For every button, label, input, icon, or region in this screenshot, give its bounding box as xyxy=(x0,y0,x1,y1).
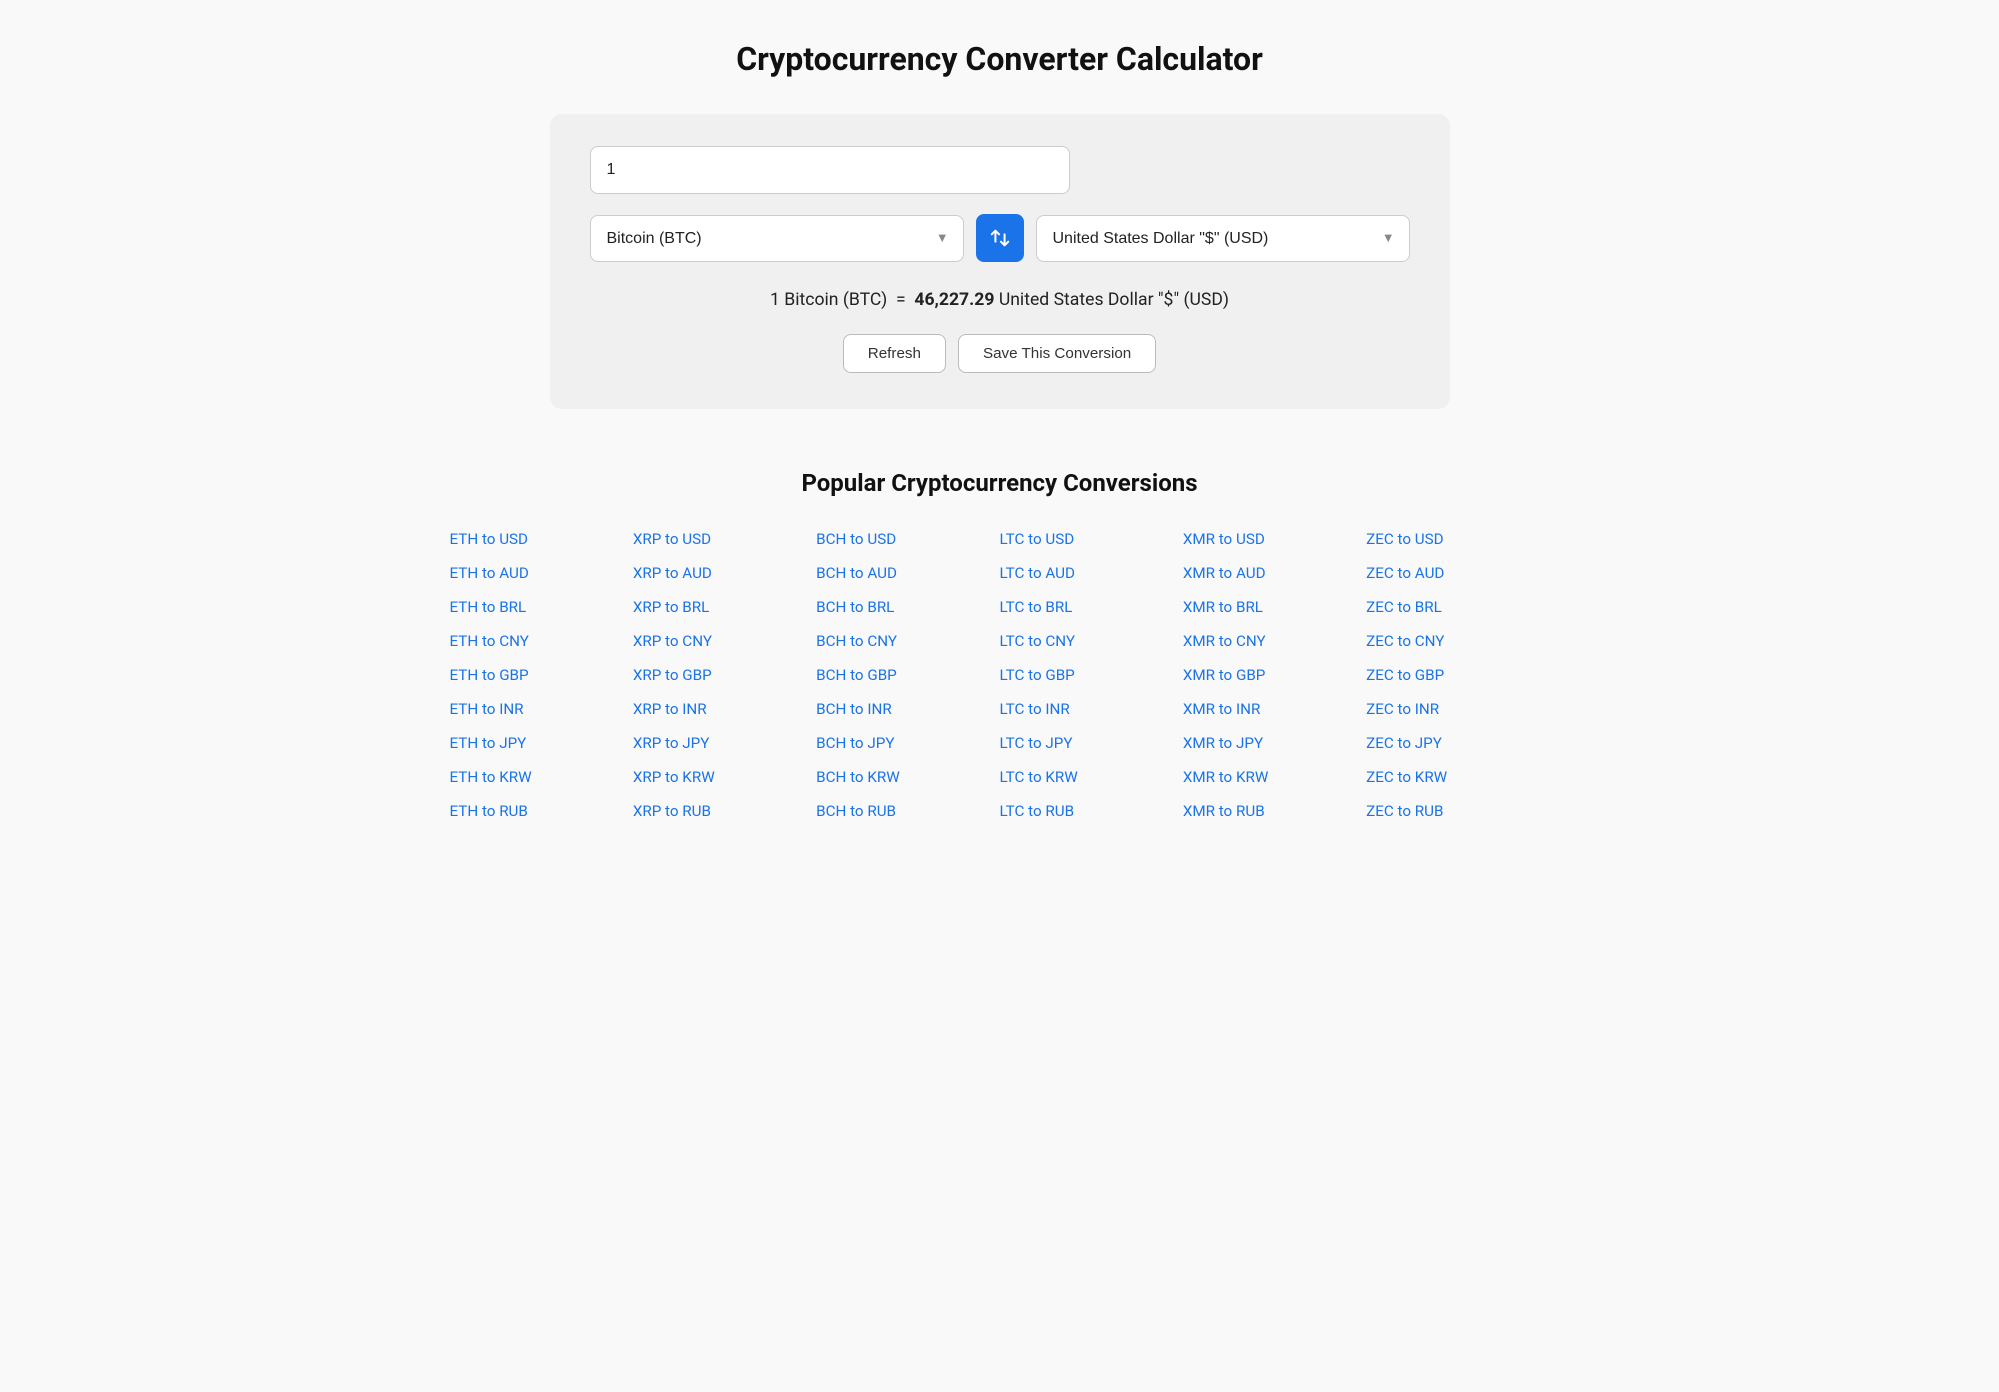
from-currency-select[interactable]: Bitcoin (BTC) xyxy=(591,216,963,261)
list-item[interactable]: ZEC to RUB xyxy=(1366,797,1549,825)
list-item[interactable]: XRP to AUD xyxy=(633,559,816,587)
list-item[interactable]: XMR to INR xyxy=(1183,695,1366,723)
list-item[interactable]: XRP to JPY xyxy=(633,729,816,757)
list-item[interactable]: XMR to GBP xyxy=(1183,661,1366,689)
list-item[interactable]: BCH to AUD xyxy=(816,559,999,587)
list-item[interactable]: ZEC to INR xyxy=(1366,695,1549,723)
list-item[interactable]: ZEC to AUD xyxy=(1366,559,1549,587)
list-item[interactable]: ETH to BRL xyxy=(450,593,633,621)
list-item[interactable]: XRP to KRW xyxy=(633,763,816,791)
from-currency-wrapper: Bitcoin (BTC) ▼ xyxy=(590,215,964,262)
list-item[interactable]: LTC to BRL xyxy=(999,593,1182,621)
list-item[interactable]: ETH to GBP xyxy=(450,661,633,689)
list-item[interactable]: LTC to KRW xyxy=(999,763,1182,791)
list-item[interactable]: ZEC to USD xyxy=(1366,525,1549,553)
list-item[interactable]: ETH to AUD xyxy=(450,559,633,587)
list-item[interactable]: BCH to INR xyxy=(816,695,999,723)
list-item[interactable]: LTC to RUB xyxy=(999,797,1182,825)
list-item[interactable]: XMR to USD xyxy=(1183,525,1366,553)
list-item[interactable]: BCH to BRL xyxy=(816,593,999,621)
result-equals: = xyxy=(892,290,915,310)
refresh-button[interactable]: Refresh xyxy=(843,334,946,373)
list-item[interactable]: XRP to GBP xyxy=(633,661,816,689)
list-item[interactable]: BCH to CNY xyxy=(816,627,999,655)
to-currency-select[interactable]: United States Dollar "$" (USD) xyxy=(1037,216,1409,261)
result-currency: United States Dollar "$" (USD) xyxy=(999,290,1229,310)
list-item[interactable]: ETH to USD xyxy=(450,525,633,553)
list-item[interactable]: XRP to USD xyxy=(633,525,816,553)
list-item[interactable]: ZEC to KRW xyxy=(1366,763,1549,791)
actions-row: Refresh Save This Conversion xyxy=(590,334,1410,373)
list-item[interactable]: XRP to CNY xyxy=(633,627,816,655)
list-item[interactable]: ZEC to BRL xyxy=(1366,593,1549,621)
selectors-row: Bitcoin (BTC) ▼ United States Dollar "$"… xyxy=(590,214,1410,262)
result-value: 46,227.29 xyxy=(914,290,994,310)
list-item[interactable]: BCH to GBP xyxy=(816,661,999,689)
list-item[interactable]: XRP to RUB xyxy=(633,797,816,825)
list-item[interactable]: XMR to CNY xyxy=(1183,627,1366,655)
page-title: Cryptocurrency Converter Calculator xyxy=(20,40,1979,78)
list-item[interactable]: ETH to JPY xyxy=(450,729,633,757)
list-item[interactable]: XMR to JPY xyxy=(1183,729,1366,757)
converter-card: Bitcoin (BTC) ▼ United States Dollar "$"… xyxy=(550,114,1450,409)
conversions-grid: ETH to USDXRP to USDBCH to USDLTC to USD… xyxy=(450,525,1550,825)
list-item[interactable]: LTC to GBP xyxy=(999,661,1182,689)
list-item[interactable]: BCH to KRW xyxy=(816,763,999,791)
list-item[interactable]: ETH to KRW xyxy=(450,763,633,791)
list-item[interactable]: ETH to CNY xyxy=(450,627,633,655)
popular-section: Popular Cryptocurrency Conversions ETH t… xyxy=(450,469,1550,825)
save-conversion-button[interactable]: Save This Conversion xyxy=(958,334,1156,373)
list-item[interactable]: ETH to INR xyxy=(450,695,633,723)
result-prefix: 1 Bitcoin (BTC) xyxy=(770,290,887,310)
list-item[interactable]: ZEC to CNY xyxy=(1366,627,1549,655)
list-item[interactable]: XRP to BRL xyxy=(633,593,816,621)
swap-button[interactable] xyxy=(976,214,1024,262)
list-item[interactable]: LTC to CNY xyxy=(999,627,1182,655)
list-item[interactable]: BCH to JPY xyxy=(816,729,999,757)
list-item[interactable]: ETH to RUB xyxy=(450,797,633,825)
list-item[interactable]: ZEC to GBP xyxy=(1366,661,1549,689)
list-item[interactable]: XMR to KRW xyxy=(1183,763,1366,791)
list-item[interactable]: XMR to BRL xyxy=(1183,593,1366,621)
list-item[interactable]: XMR to RUB xyxy=(1183,797,1366,825)
list-item[interactable]: BCH to RUB xyxy=(816,797,999,825)
amount-input[interactable] xyxy=(590,146,1070,194)
to-currency-wrapper: United States Dollar "$" (USD) ▼ xyxy=(1036,215,1410,262)
swap-icon xyxy=(989,227,1011,249)
list-item[interactable]: ZEC to JPY xyxy=(1366,729,1549,757)
list-item[interactable]: LTC to JPY xyxy=(999,729,1182,757)
result-row: 1 Bitcoin (BTC) = 46,227.29 United State… xyxy=(590,290,1410,310)
list-item[interactable]: LTC to INR xyxy=(999,695,1182,723)
list-item[interactable]: XMR to AUD xyxy=(1183,559,1366,587)
popular-title: Popular Cryptocurrency Conversions xyxy=(450,469,1550,497)
list-item[interactable]: BCH to USD xyxy=(816,525,999,553)
list-item[interactable]: LTC to AUD xyxy=(999,559,1182,587)
list-item[interactable]: XRP to INR xyxy=(633,695,816,723)
list-item[interactable]: LTC to USD xyxy=(999,525,1182,553)
